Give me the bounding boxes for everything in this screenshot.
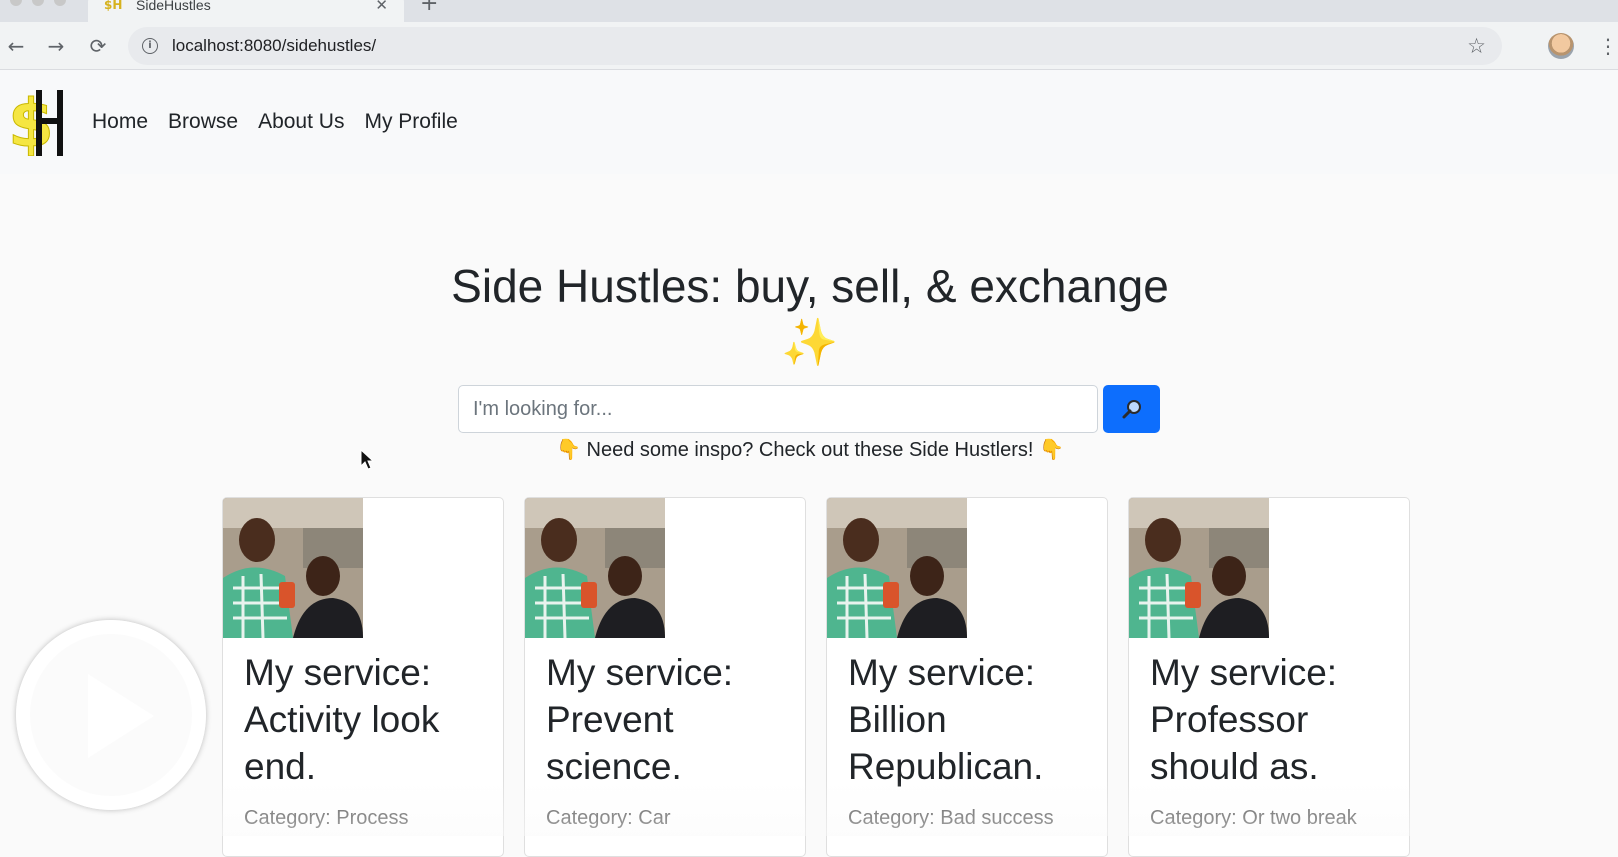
card-category-value: Car [638,807,671,829]
tab-close-glyph[interactable]: ✕ [375,0,388,13]
play-icon [88,674,154,758]
nav-browse[interactable]: Browse [168,110,238,134]
browser-tabstrip: $H SideHustles close-icon ✕ + [0,0,1618,22]
info-icon[interactable]: i [142,38,158,54]
service-card[interactable]: My service: Prevent science. Category: C… [524,497,806,857]
site-logo[interactable]: $ [8,88,64,156]
card-category: Category: Or two break [1150,806,1357,830]
search-button[interactable] [1103,385,1160,433]
card-title[interactable]: My service: Prevent science. [546,649,796,790]
reload-icon[interactable]: ⟳ [86,34,110,58]
card-title[interactable]: My service: Activity look end. [244,649,494,790]
nav-my-profile[interactable]: My Profile [364,110,457,134]
card-category-label: Category: [848,807,935,829]
card-category: Category: Car [546,806,671,830]
browser-toolbar: ← → ⟳ i localhost:8080/sidehustles/ ☆ [0,22,1618,70]
forward-icon[interactable]: → [44,34,68,58]
card-category-label: Category: [546,807,633,829]
card-category-label: Category: [1150,807,1237,829]
nav-home[interactable]: Home [92,110,148,134]
nav-links: Home Browse About Us My Profile [92,110,458,134]
card-category: Category: Process [244,806,409,830]
mouse-cursor-icon [360,449,375,470]
pointing-down-icon: 👇 [1039,437,1064,461]
card-category-value: Process [336,807,409,829]
search-form [458,385,1160,433]
service-photo [827,498,967,638]
zoom-window-button[interactable] [54,0,66,6]
service-card[interactable]: My service: Professor should as. Categor… [1128,497,1410,857]
address-bar[interactable]: i localhost:8080/sidehustles/ ☆ [128,27,1502,65]
video-play-button[interactable] [16,620,206,810]
close-window-button[interactable] [10,0,22,6]
card-title[interactable]: My service: Billion Republican. [848,649,1098,790]
card-category: Category: Bad success [848,806,1054,830]
tab-title: SideHustles [136,0,211,13]
card-category-value: Bad success [940,807,1054,829]
pointing-down-icon: 👇 [556,437,581,461]
inspo-hint: 👇 Need some inspo? Check out these Side … [520,437,1100,462]
service-photo [223,498,363,638]
search-input[interactable] [458,385,1098,433]
card-title[interactable]: My service: Professor should as. [1150,649,1400,790]
site-navbar: $ Home Browse About Us My Profile [0,70,1618,174]
service-photo [1129,498,1269,638]
browser-tab[interactable]: $H SideHustles close-icon ✕ [88,0,404,22]
magnifying-glass-icon [1122,400,1141,419]
service-card[interactable]: My service: Activity look end. Category:… [222,497,504,857]
card-category-label: Category: [244,807,331,829]
page-title: Side Hustles: buy, sell, & exchange ✨ [451,260,1169,368]
menu-icon[interactable]: ⋮ [1598,32,1618,60]
minimize-window-button[interactable] [32,0,44,6]
service-photo [525,498,665,638]
star-icon[interactable]: ☆ [1467,34,1486,58]
inspo-hint-text: Need some inspo? Check out these Side Hu… [586,439,1034,461]
url-text[interactable]: localhost:8080/sidehustles/ [172,37,376,55]
profile-avatar[interactable] [1548,33,1574,59]
favicon-icon: $H [104,0,123,12]
new-tab-button[interactable]: + [420,0,438,15]
back-icon[interactable]: ← [4,34,28,58]
nav-about-us[interactable]: About Us [258,110,344,134]
card-category-value: Or two break [1242,807,1357,829]
service-card[interactable]: My service: Billion Republican. Category… [826,497,1108,857]
